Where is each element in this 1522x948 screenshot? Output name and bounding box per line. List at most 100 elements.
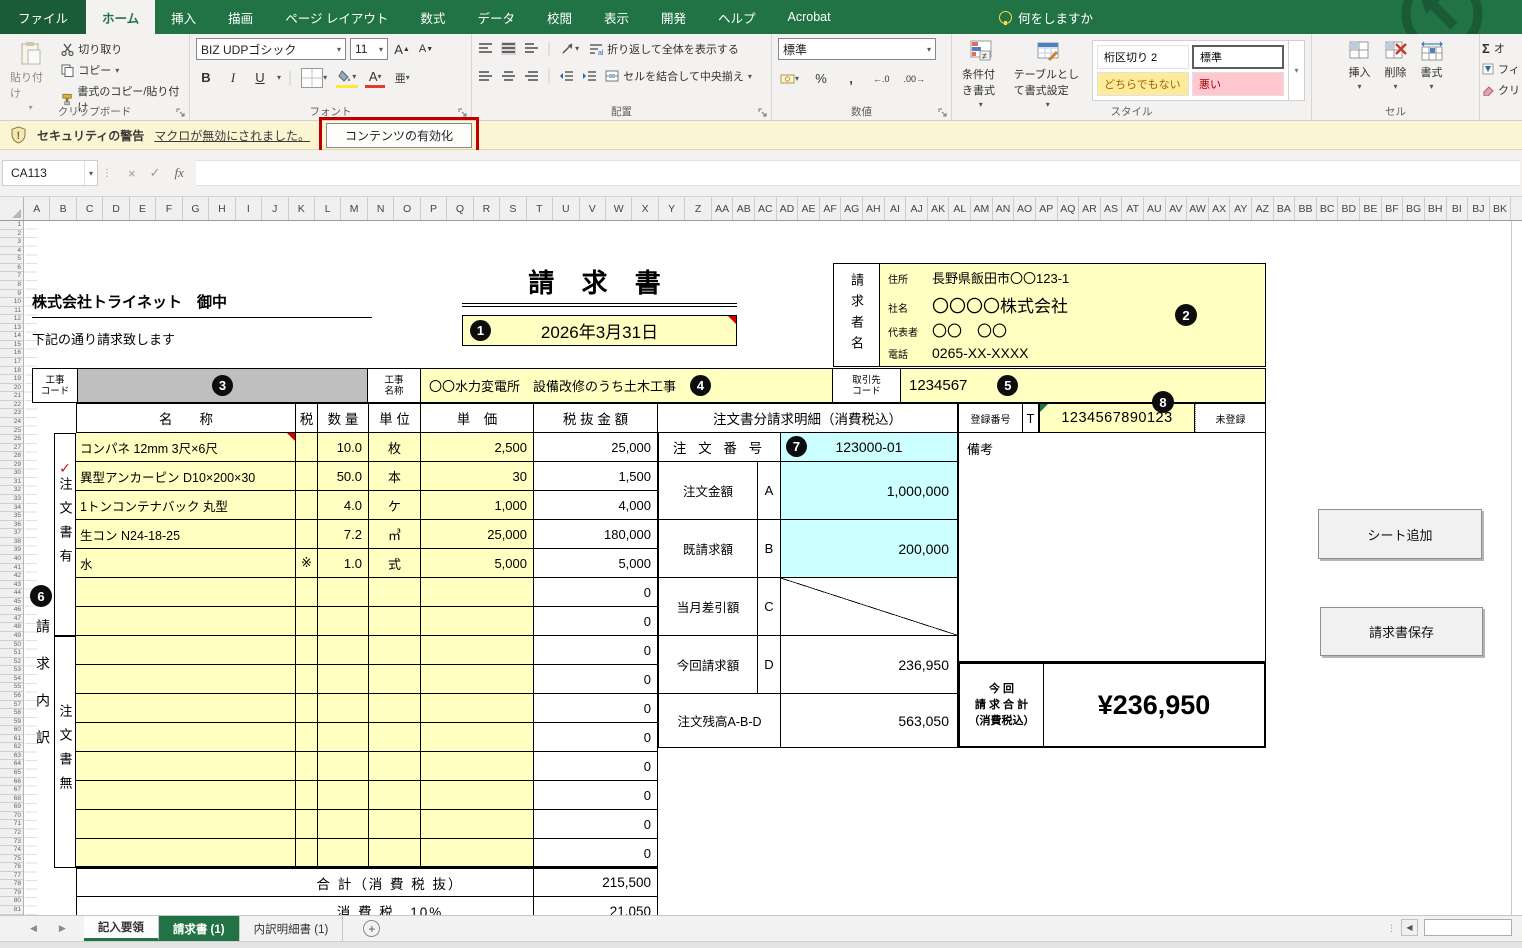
ribbon-tab[interactable]: ファイル [0, 0, 86, 34]
column-header[interactable]: AU [1144, 197, 1166, 220]
column-header[interactable]: W [606, 197, 632, 220]
column-header[interactable]: AL [949, 197, 971, 220]
row-header[interactable]: 61 [0, 735, 23, 744]
dialog-launcher-icon[interactable] [176, 108, 186, 118]
header-amount[interactable]: 税 抜 金 額 [534, 403, 658, 433]
autosum-button[interactable]: Σ オ [1482, 40, 1520, 56]
column-header[interactable]: AH [863, 197, 885, 220]
ribbon-tab[interactable]: Acrobat [772, 0, 847, 34]
row-header[interactable]: 41 [0, 564, 23, 573]
item-qty-cell[interactable] [318, 839, 369, 868]
column-header[interactable]: BD [1338, 197, 1360, 220]
item-price-cell[interactable] [421, 752, 534, 781]
column-header[interactable]: AF [820, 197, 842, 220]
column-header[interactable]: AQ [1058, 197, 1080, 220]
ribbon-tab[interactable]: 表示 [588, 0, 645, 34]
enter-icon[interactable]: ✓ [150, 165, 161, 181]
sheet-canvas[interactable]: 1234567891011121314151617181920212223242… [0, 221, 1512, 915]
column-header[interactable]: C [77, 197, 103, 220]
row-header[interactable]: 47 [0, 615, 23, 624]
column-header[interactable]: BB [1295, 197, 1317, 220]
item-name-cell[interactable] [76, 839, 296, 868]
column-header[interactable]: I [236, 197, 262, 220]
item-qty-cell[interactable] [318, 636, 369, 665]
column-header[interactable]: AE [798, 197, 820, 220]
format-as-table-button[interactable]: テーブルとして書式設定 ▾ [1010, 38, 1086, 111]
column-header[interactable]: N [368, 197, 394, 220]
column-header[interactable]: AX [1209, 197, 1231, 220]
item-price-cell[interactable] [421, 665, 534, 694]
column-header[interactable]: D [103, 197, 129, 220]
align-middle-icon[interactable] [501, 42, 516, 55]
item-unit-cell[interactable]: ケ [369, 491, 421, 520]
order-number-cell[interactable]: 7 123000-01 [781, 433, 957, 461]
row-header[interactable]: 54 [0, 675, 23, 684]
invoice-date-cell[interactable]: 1 2026年3月31日 [462, 315, 737, 346]
total-amount[interactable]: 215,500 [534, 869, 658, 897]
empty-row[interactable]: 0 [76, 781, 658, 810]
column-header[interactable]: AI [885, 197, 907, 220]
column-header[interactable]: AC [755, 197, 777, 220]
item-name-cell[interactable] [76, 723, 296, 752]
column-header[interactable]: AK [928, 197, 950, 220]
item-price-cell[interactable] [421, 781, 534, 810]
order-row-value[interactable]: 1,000,000 [781, 462, 957, 519]
work-name-cell[interactable]: 〇〇水力変電所 設備改修のうち土木工事 4 [421, 368, 833, 403]
row-header[interactable]: 77 [0, 872, 23, 881]
item-amount-cell[interactable]: 0 [534, 607, 658, 636]
row-header[interactable]: 13 [0, 324, 23, 333]
decrease-indent-icon[interactable] [559, 70, 574, 83]
item-tax-cell[interactable] [296, 781, 318, 810]
row-header[interactable]: 68 [0, 795, 23, 804]
item-row[interactable]: 1トンコンテナバック 丸型 4.0 ケ 1,000 4,000 [76, 491, 658, 520]
row-header[interactable]: 26 [0, 435, 23, 444]
row-header[interactable]: 62 [0, 743, 23, 752]
column-header[interactable]: S [500, 197, 526, 220]
row-header[interactable]: 79 [0, 889, 23, 898]
grand-total-amount[interactable]: ¥236,950 [1044, 664, 1264, 746]
column-header[interactable]: AR [1079, 197, 1101, 220]
row-header[interactable]: 24 [0, 418, 23, 427]
row-header[interactable]: 6 [0, 264, 23, 273]
comma-button[interactable]: , [841, 68, 861, 89]
item-unit-cell[interactable] [369, 607, 421, 636]
tax-label[interactable]: 消 費 税 10% [76, 897, 534, 915]
row-header[interactable]: 18 [0, 367, 23, 376]
item-qty-cell[interactable] [318, 694, 369, 723]
column-header[interactable]: AG [841, 197, 863, 220]
chevron-down-icon[interactable]: ▾ [277, 73, 281, 82]
row-header[interactable]: 66 [0, 778, 23, 787]
header-qty[interactable]: 数 量 [318, 403, 369, 433]
column-header[interactable]: Y [659, 197, 685, 220]
row-header[interactable]: 5 [0, 255, 23, 264]
row-header[interactable]: 17 [0, 358, 23, 367]
dialog-launcher-icon[interactable] [938, 108, 948, 118]
item-price-cell[interactable]: 2,500 [421, 433, 534, 462]
column-header[interactable]: AM [971, 197, 993, 220]
row-header[interactable]: 15 [0, 341, 23, 350]
item-row[interactable]: 生コン N24-18-25 7.2 ㎥ 25,000 180,000 [76, 520, 658, 549]
ribbon-tab[interactable]: データ [461, 0, 531, 34]
issuer-rep[interactable]: 〇〇 〇〇 [932, 320, 1007, 341]
row-header[interactable]: 39 [0, 546, 23, 555]
item-row[interactable]: 水 ※ 1.0 式 5,000 5,000 [76, 549, 658, 578]
empty-row[interactable]: 0 [76, 636, 658, 665]
select-all-corner[interactable] [0, 197, 24, 220]
empty-row[interactable]: 0 [76, 752, 658, 781]
empty-row[interactable]: 0 [76, 810, 658, 839]
item-unit-cell[interactable]: 式 [369, 549, 421, 578]
item-name-cell[interactable] [76, 578, 296, 607]
item-row[interactable]: コンパネ 12mm 3尺×6尺 10.0 枚 2,500 25,000 [76, 433, 658, 462]
column-header[interactable]: X [632, 197, 658, 220]
item-qty-cell[interactable]: 7.2 [318, 520, 369, 549]
item-unit-cell[interactable] [369, 694, 421, 723]
row-header[interactable]: 2 [0, 230, 23, 239]
item-tax-cell[interactable] [296, 752, 318, 781]
item-qty-cell[interactable] [318, 665, 369, 694]
row-header[interactable]: 69 [0, 803, 23, 812]
scroll-left-icon[interactable]: ◀ [1401, 919, 1418, 936]
align-right-icon[interactable] [524, 70, 539, 83]
name-box[interactable]: CA113 ▾ [2, 160, 98, 186]
column-header[interactable]: BJ [1468, 197, 1490, 220]
item-amount-cell[interactable]: 0 [534, 752, 658, 781]
